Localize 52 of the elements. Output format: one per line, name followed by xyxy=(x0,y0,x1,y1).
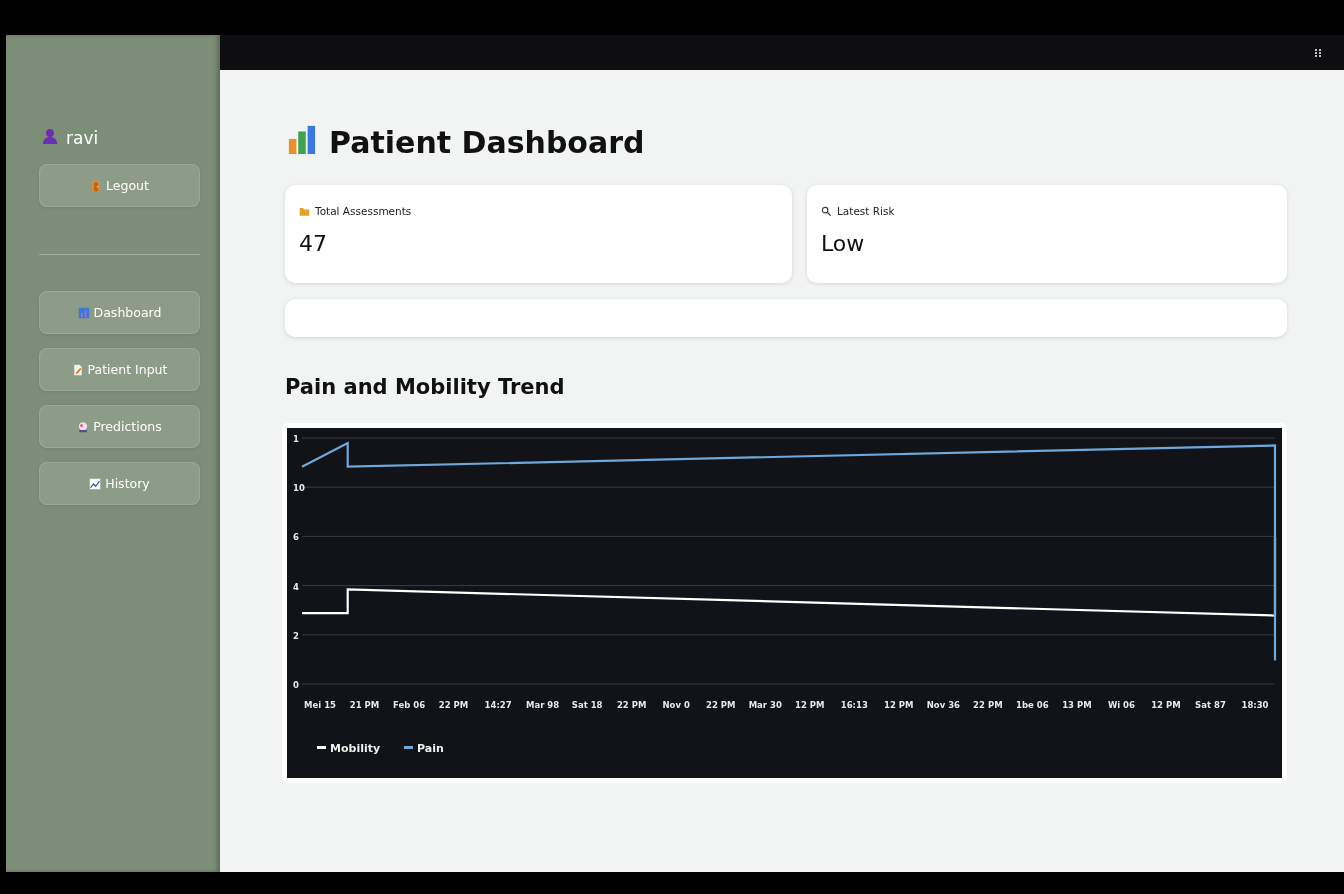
folder-icon xyxy=(299,205,310,217)
metric-label: Latest Risk xyxy=(837,205,895,217)
chart-heading: Pain and Mobility Trend xyxy=(285,375,566,401)
user-name: ravi xyxy=(66,128,99,148)
y-axis-label: 4 xyxy=(293,581,299,592)
x-axis-label: Mar 98 xyxy=(526,700,560,710)
bar-chart-icon xyxy=(77,306,90,319)
y-axis-label: 0 xyxy=(293,680,299,690)
menu-icon[interactable] xyxy=(1314,48,1322,58)
nav-button[interactable]: Patient Input xyxy=(39,348,200,391)
x-axis-label: 22 PM xyxy=(705,700,736,710)
x-axis-label: 22 PM xyxy=(438,700,469,710)
magnifier-icon xyxy=(821,205,832,217)
x-axis-label: Mar 30 xyxy=(748,700,782,710)
x-axis-label: 16:13 xyxy=(840,700,868,710)
legend-label: Mobility xyxy=(330,742,381,755)
x-axis-label: Sat 18 xyxy=(571,700,603,710)
y-axis-label: 1 xyxy=(293,434,299,444)
x-axis-label: 18:30 xyxy=(1241,700,1269,710)
nav-button[interactable]: Predictions xyxy=(39,405,200,448)
metric-label: Total Assessments xyxy=(315,205,412,217)
x-axis-label: 14:27 xyxy=(484,700,512,710)
person-icon xyxy=(42,127,58,145)
x-axis-label: Nov 0 xyxy=(662,700,690,710)
y-axis-label: 10 xyxy=(293,483,305,494)
crystal-ball-icon xyxy=(77,420,90,433)
logout-button[interactable]: Legout xyxy=(39,164,200,207)
trend-chart-icon xyxy=(89,477,102,490)
x-axis-label: Mei 15 xyxy=(304,700,336,710)
x-axis-label: 22 PM xyxy=(616,700,647,710)
x-axis-label: Sat 87 xyxy=(1195,700,1226,710)
nav-button[interactable]: History xyxy=(39,462,200,505)
bar-chart-icon xyxy=(287,123,317,154)
x-axis-label: 13 PM xyxy=(1062,700,1092,710)
x-axis-label: 12 PM xyxy=(884,700,914,710)
x-axis-label: 12 PM xyxy=(795,700,825,710)
x-axis-label: 1be 06 xyxy=(1016,700,1049,710)
nav-button[interactable]: Dashboard xyxy=(39,291,200,334)
x-axis-label: 22 PM xyxy=(973,700,1003,710)
door-icon xyxy=(90,179,103,192)
y-axis-label: 2 xyxy=(293,630,299,641)
x-axis-label: 21 PM xyxy=(349,700,380,710)
y-axis-label: 6 xyxy=(293,532,299,543)
metric-value: Low xyxy=(821,231,866,256)
legend-label: Pain xyxy=(417,742,444,755)
page-title: Patient Dashboard xyxy=(329,124,645,160)
metric-value: 47 xyxy=(299,231,328,256)
x-axis-label: Wi 06 xyxy=(1107,700,1135,710)
x-axis-label: Feb 06 xyxy=(393,700,426,710)
x-axis-label: 12 PM xyxy=(1151,700,1181,710)
document-icon xyxy=(71,363,84,376)
x-axis-label: Nov 36 xyxy=(926,700,960,710)
